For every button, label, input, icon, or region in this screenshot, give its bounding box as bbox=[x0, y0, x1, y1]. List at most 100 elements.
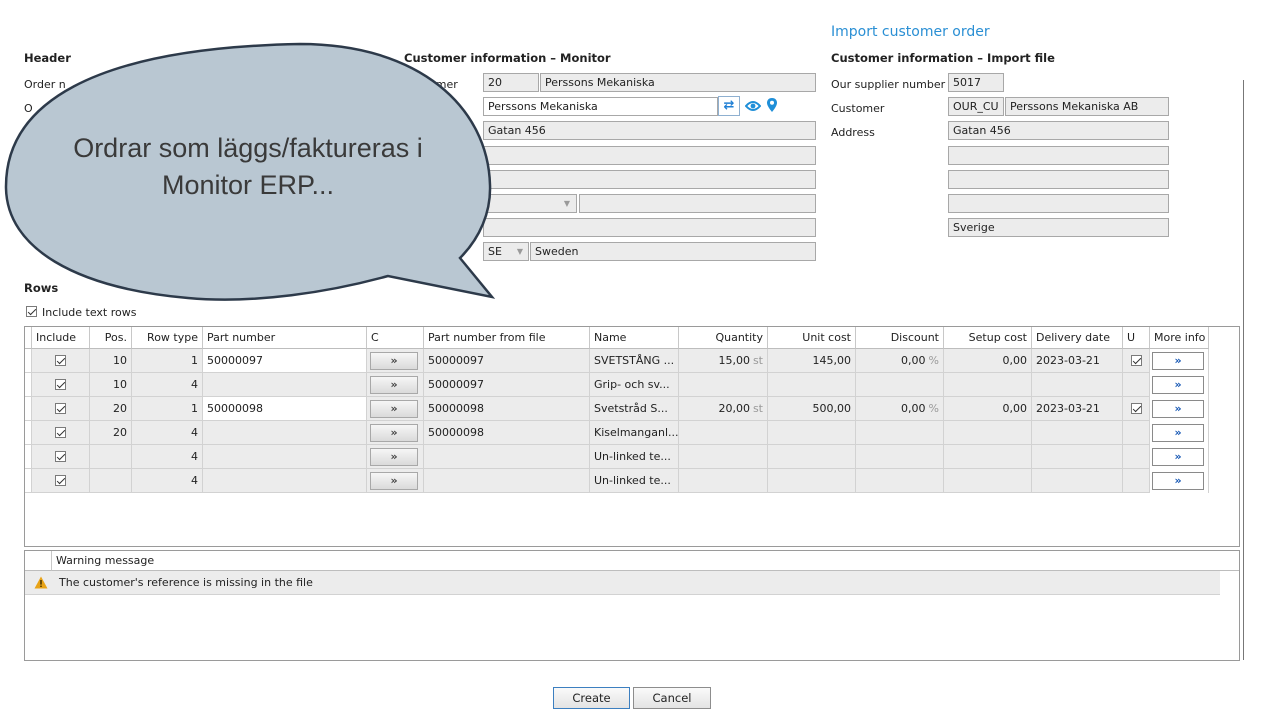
link-part-button[interactable]: » bbox=[370, 472, 418, 490]
cell-quantity: 15,00 st bbox=[679, 349, 768, 373]
cell-c: » bbox=[367, 445, 424, 469]
monitor-region bbox=[483, 218, 816, 237]
import-country: Sverige bbox=[948, 218, 1169, 237]
cell-more: » bbox=[1150, 373, 1209, 397]
import-heading: Customer information – Import file bbox=[831, 51, 1055, 65]
monitor-address-line3 bbox=[483, 170, 816, 189]
cell-pos: 20 bbox=[90, 421, 132, 445]
window-title: Import customer order bbox=[831, 24, 990, 40]
col-unit-cost[interactable]: Unit cost bbox=[768, 327, 856, 349]
checkbox-checked-icon[interactable] bbox=[55, 451, 66, 462]
cell-part-number[interactable]: 50000097 bbox=[203, 349, 367, 373]
cell-u bbox=[1123, 469, 1150, 493]
cell-delivery-date bbox=[1032, 445, 1123, 469]
cell-setup-cost bbox=[944, 469, 1032, 493]
more-info-button[interactable]: » bbox=[1152, 376, 1204, 394]
cell-delivery-date bbox=[1032, 469, 1123, 493]
cell-part-number bbox=[203, 421, 367, 445]
include-checkbox[interactable] bbox=[32, 469, 90, 493]
include-checkbox[interactable] bbox=[32, 445, 90, 469]
supplier-number-field: 5017 bbox=[948, 73, 1004, 92]
cell-more: » bbox=[1150, 349, 1209, 373]
cell-inc bbox=[25, 445, 32, 469]
cancel-button[interactable]: Cancel bbox=[633, 687, 711, 709]
cell-discount bbox=[856, 421, 944, 445]
checkbox-checked-icon[interactable] bbox=[55, 379, 66, 390]
checkbox-checked-icon[interactable] bbox=[55, 427, 66, 438]
link-part-button[interactable]: » bbox=[370, 376, 418, 394]
cell-u bbox=[1123, 373, 1150, 397]
checkbox-checked-icon[interactable] bbox=[55, 355, 66, 366]
cell-pos bbox=[90, 469, 132, 493]
cell-more: » bbox=[1150, 397, 1209, 421]
cell-more: » bbox=[1150, 445, 1209, 469]
cell-inc bbox=[25, 421, 32, 445]
cell-part-number[interactable]: 50000098 bbox=[203, 397, 367, 421]
cell-part-number bbox=[203, 469, 367, 493]
col-quantity[interactable]: Quantity bbox=[679, 327, 768, 349]
more-info-button[interactable]: » bbox=[1152, 424, 1204, 442]
col-u[interactable]: U bbox=[1123, 327, 1150, 349]
location-pin-icon[interactable] bbox=[766, 97, 778, 116]
link-part-button[interactable]: » bbox=[370, 400, 418, 418]
cell-file-part bbox=[424, 469, 590, 493]
discount-unit: % bbox=[928, 354, 939, 367]
col-delivery-date[interactable]: Delivery date bbox=[1032, 327, 1123, 349]
more-info-button[interactable]: » bbox=[1152, 472, 1204, 490]
cell-discount bbox=[856, 373, 944, 397]
cell-name: Un-linked te... bbox=[590, 469, 679, 493]
warning-triangle-icon bbox=[34, 576, 48, 592]
checkbox-checked-icon[interactable] bbox=[55, 475, 66, 486]
cell-name: Svetstråd S... bbox=[590, 397, 679, 421]
supplier-number-label: Our supplier number bbox=[831, 78, 946, 91]
import-address-line3 bbox=[948, 170, 1169, 189]
checkbox-checked-icon[interactable] bbox=[1130, 355, 1142, 366]
col-part-number[interactable]: Part number bbox=[203, 327, 367, 349]
checkbox-checked-icon[interactable] bbox=[55, 403, 66, 414]
create-button[interactable]: Create bbox=[553, 687, 630, 709]
include-checkbox[interactable] bbox=[32, 421, 90, 445]
col-discount[interactable]: Discount bbox=[856, 327, 944, 349]
include-checkbox[interactable] bbox=[32, 373, 90, 397]
callout-line-1: Ordrar som läggs/faktureras i bbox=[73, 133, 423, 163]
col-pos[interactable]: Pos. bbox=[90, 327, 132, 349]
link-part-button[interactable]: » bbox=[370, 352, 418, 370]
include-checkbox[interactable] bbox=[32, 349, 90, 373]
import-customer-name: Perssons Mekaniska AB bbox=[1005, 97, 1169, 116]
col-c[interactable]: C bbox=[367, 327, 424, 349]
cell-quantity bbox=[679, 445, 768, 469]
cell-pos: 10 bbox=[90, 349, 132, 373]
view-eye-icon[interactable] bbox=[744, 99, 762, 116]
monitor-city bbox=[579, 194, 816, 213]
include-checkbox[interactable] bbox=[32, 397, 90, 421]
col-part-number-file[interactable]: Part number from file bbox=[424, 327, 590, 349]
u-checkbox[interactable] bbox=[1123, 349, 1150, 373]
callout-bubble: Ordrar som läggs/faktureras i Monitor ER… bbox=[0, 0, 520, 320]
col-include[interactable]: Include bbox=[32, 327, 90, 349]
swap-icon[interactable]: ⇄ bbox=[718, 96, 740, 116]
import-address-line4 bbox=[948, 194, 1169, 213]
warning-indicator-header bbox=[25, 551, 52, 571]
cell-unit-cost: 145,00 bbox=[768, 349, 856, 373]
link-part-button[interactable]: » bbox=[370, 424, 418, 442]
cell-quantity bbox=[679, 373, 768, 397]
u-checkbox[interactable] bbox=[1123, 397, 1150, 421]
col-more-info[interactable]: More info bbox=[1150, 327, 1209, 349]
checkbox-checked-icon[interactable] bbox=[1130, 403, 1142, 414]
col-row-type[interactable]: Row type bbox=[132, 327, 203, 349]
cell-file-part bbox=[424, 445, 590, 469]
cell-unit-cost bbox=[768, 445, 856, 469]
more-info-button[interactable]: » bbox=[1152, 352, 1204, 370]
link-part-button[interactable]: » bbox=[370, 448, 418, 466]
more-info-button[interactable]: » bbox=[1152, 400, 1204, 418]
warning-row[interactable]: The customer's reference is missing in t… bbox=[25, 571, 1220, 595]
monitor-address: Gatan 456 bbox=[483, 121, 816, 140]
more-info-button[interactable]: » bbox=[1152, 448, 1204, 466]
part-number-value[interactable]: 50000098 bbox=[207, 402, 263, 415]
col-setup-cost[interactable]: Setup cost bbox=[944, 327, 1032, 349]
cell-inc bbox=[25, 397, 32, 421]
cell-setup-cost bbox=[944, 445, 1032, 469]
col-name[interactable]: Name bbox=[590, 327, 679, 349]
part-number-value[interactable]: 50000097 bbox=[207, 354, 263, 367]
cell-quantity: 20,00 st bbox=[679, 397, 768, 421]
